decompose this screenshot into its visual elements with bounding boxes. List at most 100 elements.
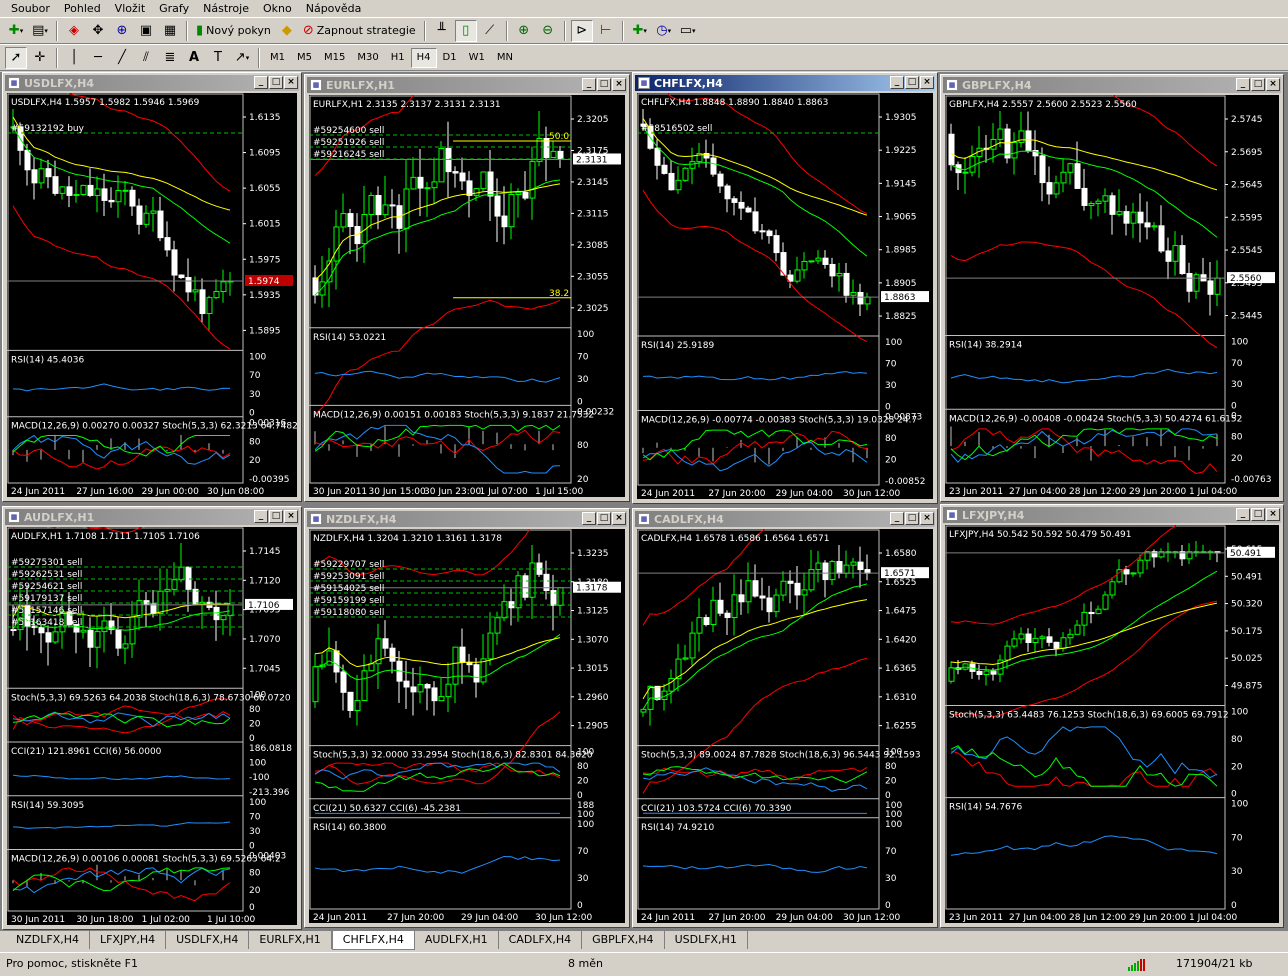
chart-shift-button[interactable]: ⊢: [595, 20, 617, 42]
horizontal-line-button[interactable]: ─: [87, 47, 109, 69]
menu-4[interactable]: Nástroje: [196, 0, 256, 17]
metaeditor-button[interactable]: ◆: [276, 20, 298, 42]
minimize-button[interactable]: _: [890, 512, 904, 525]
order-label[interactable]: #59159199 sell: [313, 596, 384, 606]
chart-tab[interactable]: GBPLFX,H4: [582, 931, 665, 949]
minimize-button[interactable]: _: [1236, 508, 1250, 521]
chart-titlebar[interactable]: ▦ EURLFX,H1 _ □ ×: [307, 77, 627, 93]
market-watch-button[interactable]: ◈: [63, 20, 85, 42]
order-label[interactable]: #59163418 sell: [11, 618, 82, 628]
periods-button[interactable]: ◷ ▾: [653, 20, 675, 42]
menu-6[interactable]: Nápověda: [299, 0, 369, 17]
close-button[interactable]: ×: [612, 512, 626, 525]
order-label[interactable]: #59157146 sell: [11, 606, 82, 616]
maximize-button[interactable]: □: [905, 512, 919, 525]
chart-tab[interactable]: USDLFX,H4: [166, 931, 250, 949]
crosshair-button[interactable]: ✛: [29, 47, 51, 69]
tester-button[interactable]: ▦: [159, 20, 181, 42]
chart-titlebar[interactable]: ▦ USDLFX,H4 _ □ ×: [5, 75, 299, 91]
close-button[interactable]: ×: [284, 76, 298, 89]
bar-chart-button[interactable]: ╨: [431, 20, 453, 42]
timeframe-d1-button[interactable]: D1: [437, 48, 463, 68]
order-label[interactable]: #59118080 sell: [313, 608, 384, 618]
chart-window-usd[interactable]: ▦ USDLFX,H4 _ □ × #59132192 buy USDLFX,H4…: [2, 72, 302, 502]
timeframe-m15-button[interactable]: M15: [318, 48, 351, 68]
chart-canvas[interactable]: #59132192 buy USDLFX,H4 1.5957 1.5982 1.5…: [7, 93, 297, 497]
timeframe-mn-button[interactable]: MN: [491, 48, 519, 68]
new-order-button[interactable]: ▮ Nový pokyn: [193, 20, 274, 42]
order-label[interactable]: #58516502 sell: [641, 124, 712, 134]
data-window-button[interactable]: ✥: [87, 20, 109, 42]
chart-canvas[interactable]: #59229707 sell #59253091 sell #59154025 se…: [309, 529, 625, 923]
zoom-out-button[interactable]: ⊖: [537, 20, 559, 42]
chart-titlebar[interactable]: ▦ GBPLFX,H4 _ □ ×: [943, 77, 1281, 93]
chart-tab[interactable]: EURLFX,H1: [249, 931, 332, 949]
menu-0[interactable]: Soubor: [4, 0, 57, 17]
trendline-button[interactable]: ╱: [111, 47, 133, 69]
chart-window-jpy[interactable]: ▦ LFXJPY,H4 _ □ × LFXJPY,H4 50.542 50.59…: [940, 504, 1284, 928]
order-label[interactable]: #59275301 sell: [11, 558, 82, 568]
chart-titlebar[interactable]: ▦ AUDLFX,H1 _ □ ×: [5, 509, 299, 525]
close-button[interactable]: ×: [612, 78, 626, 91]
order-label[interactable]: #59179137 sell: [11, 594, 82, 604]
vertical-line-button[interactable]: │: [63, 47, 85, 69]
terminal-button[interactable]: ▣: [135, 20, 157, 42]
timeframe-h1-button[interactable]: H1: [385, 48, 411, 68]
fibonacci-button[interactable]: ≣: [159, 47, 181, 69]
close-button[interactable]: ×: [1266, 508, 1280, 521]
timeframe-w1-button[interactable]: W1: [463, 48, 491, 68]
minimize-button[interactable]: _: [582, 78, 596, 91]
zoom-in-button[interactable]: ⊕: [513, 20, 535, 42]
order-label[interactable]: #59253091 sell: [313, 572, 384, 582]
close-button[interactable]: ×: [920, 512, 934, 525]
chart-canvas[interactable]: #58516502 sell CHFLFX,H4 1.8848 1.8890 1.…: [637, 93, 933, 499]
menu-1[interactable]: Pohled: [57, 0, 108, 17]
maximize-button[interactable]: □: [905, 76, 919, 89]
maximize-button[interactable]: □: [597, 78, 611, 91]
chart-canvas[interactable]: CADLFX,H4 1.6578 1.6586 1.6564 1.6571 1.6…: [637, 529, 933, 923]
text-label-button[interactable]: T: [207, 47, 229, 69]
strategies-button[interactable]: ⊘ Zapnout strategie: [300, 20, 419, 42]
chart-titlebar[interactable]: ▦ NZDLFX,H4 _ □ ×: [307, 511, 627, 527]
arrows-button[interactable]: ↗ ▾: [231, 47, 253, 69]
order-label[interactable]: #59132192 buy: [11, 124, 85, 134]
chart-window-eur[interactable]: ▦ EURLFX,H1 _ □ × #59254600 sell #5925192…: [304, 74, 630, 502]
chart-canvas[interactable]: LFXJPY,H4 50.542 50.592 50.479 50.491 50.…: [945, 525, 1279, 923]
order-label[interactable]: #59254621 sell: [11, 582, 82, 592]
minimize-button[interactable]: _: [890, 76, 904, 89]
chart-titlebar[interactable]: ▦ CADLFX,H4 _ □ ×: [635, 511, 935, 527]
chart-tab[interactable]: NZDLFX,H4: [6, 931, 90, 949]
timeframe-m30-button[interactable]: M30: [351, 48, 384, 68]
order-label[interactable]: #59254600 sell: [313, 126, 384, 136]
auto-scroll-button[interactable]: ⊳: [570, 19, 593, 42]
minimize-button[interactable]: _: [1236, 78, 1250, 91]
chart-tab[interactable]: CHFLFX,H4: [331, 931, 415, 950]
chart-canvas[interactable]: #59254600 sell #59251926 sell #59216245 se…: [309, 95, 625, 497]
maximize-button[interactable]: □: [269, 76, 283, 89]
chart-window-chf[interactable]: ▦ CHFLFX,H4 _ □ × #58516502 sell CHFLFX,H…: [632, 72, 938, 504]
text-button[interactable]: A: [183, 47, 205, 69]
chart-tab[interactable]: AUDLFX,H1: [415, 931, 499, 949]
chart-canvas[interactable]: #59275301 sell #59262531 sell #59254621 se…: [7, 527, 297, 925]
order-label[interactable]: #59229707 sell: [313, 560, 384, 570]
close-button[interactable]: ×: [920, 76, 934, 89]
chart-titlebar[interactable]: ▦ LFXJPY,H4 _ □ ×: [943, 507, 1281, 523]
chart-titlebar[interactable]: ▦ CHFLFX,H4 _ □ ×: [635, 75, 935, 91]
menu-5[interactable]: Okno: [256, 0, 299, 17]
minimize-button[interactable]: _: [254, 510, 268, 523]
timeframe-m1-button[interactable]: M1: [264, 48, 291, 68]
order-label[interactable]: #59154025 sell: [313, 584, 384, 594]
chart-window-gbp[interactable]: ▦ GBPLFX,H4 _ □ × GBPLFX,H4 2.5557 2.560…: [940, 74, 1284, 502]
order-label[interactable]: #59251926 sell: [313, 138, 384, 148]
menu-3[interactable]: Grafy: [152, 0, 196, 17]
timeframe-m5-button[interactable]: M5: [291, 48, 318, 68]
chart-tab[interactable]: LFXJPY,H4: [90, 931, 167, 949]
chart-canvas[interactable]: GBPLFX,H4 2.5557 2.5600 2.5523 2.5560 2.5…: [945, 95, 1279, 497]
indicators-button[interactable]: ✚ ▾: [629, 20, 651, 42]
cursor-button[interactable]: ➚: [5, 46, 27, 69]
chart-tab[interactable]: CADLFX,H4: [499, 931, 583, 949]
chart-tab[interactable]: USDLFX,H1: [665, 931, 748, 949]
maximize-button[interactable]: □: [269, 510, 283, 523]
minimize-button[interactable]: _: [582, 512, 596, 525]
profiles-button[interactable]: ▤ ▾: [29, 20, 51, 42]
